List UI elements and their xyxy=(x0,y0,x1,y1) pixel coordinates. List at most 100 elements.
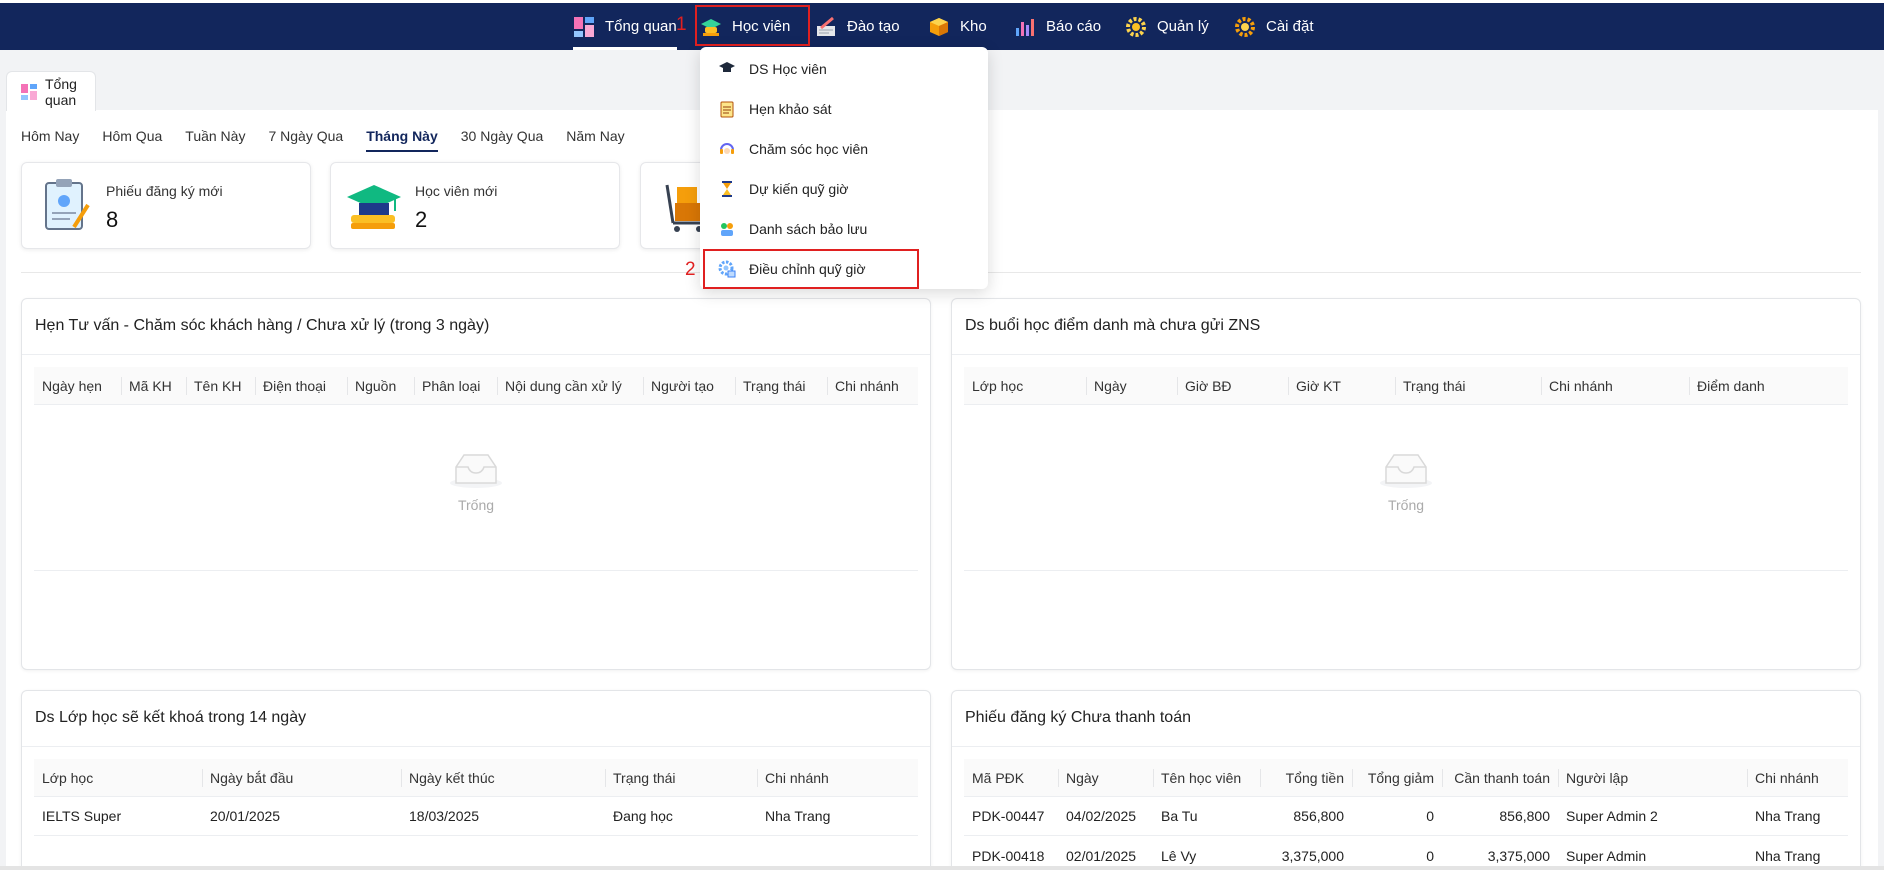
column-header: Giờ KT xyxy=(1288,367,1341,405)
menu-item-label: Hẹn khảo sát xyxy=(749,101,832,117)
dashboard-icon xyxy=(21,83,37,100)
empty-state: Trống xyxy=(952,449,1860,513)
nav-label: Tổng quan xyxy=(605,18,677,35)
stat-card-registrations: Phiếu đăng ký mới 8 xyxy=(21,162,311,249)
empty-inbox-icon xyxy=(1378,449,1434,489)
column-header: Điện thoại xyxy=(255,367,326,405)
divider xyxy=(952,746,1860,747)
column-header: Trạng thái xyxy=(605,759,676,797)
nav-bao-cao[interactable]: Báo cáo xyxy=(1014,3,1101,50)
card-closing-classes: Ds Lớp học sẽ kết khoá trong 14 ngày Lớp… xyxy=(21,690,931,870)
range-nam-nay[interactable]: Năm Nay xyxy=(566,128,624,152)
menu-item-label: DS Học viên xyxy=(749,61,827,77)
column-header: Người tạo xyxy=(643,367,714,405)
stat-card-new-students: Học viên mới 2 xyxy=(330,162,620,249)
step-marker-1: 1 xyxy=(676,14,687,35)
menu-item-du-kien-quy-gio[interactable]: Dự kiến quỹ giờ xyxy=(700,169,988,209)
column-header: Phân loại xyxy=(414,367,480,405)
cell: Nha Trang xyxy=(1755,808,1821,824)
table-header: Lớp học Ngày bắt đầu Ngày kết thúc Trạng… xyxy=(34,759,918,797)
column-header: Giờ BĐ xyxy=(1177,367,1232,405)
nav-dao-tao[interactable]: Đào tạo xyxy=(815,3,900,50)
card-title: Phiếu đăng ký Chưa thanh toán xyxy=(965,709,1191,726)
horizontal-scrollbar[interactable] xyxy=(0,866,1884,870)
card-unpaid-registrations: Phiếu đăng ký Chưa thanh toán Mã PĐK Ngà… xyxy=(951,690,1861,870)
cell: 20/01/2025 xyxy=(210,808,281,824)
nav-kho[interactable]: Kho xyxy=(928,3,987,50)
table-header: Mã PĐK Ngày Tên học viên Tổng tiền Tổng … xyxy=(964,759,1848,797)
menu-item-label: Danh sách bảo lưu xyxy=(749,221,868,237)
stat-value: 8 xyxy=(106,207,119,232)
divider xyxy=(952,354,1860,355)
column-header: Chi nhánh xyxy=(827,367,899,405)
table-header: Lớp học Ngày Giờ BĐ Giờ KT Trạng thái Ch… xyxy=(964,367,1848,405)
menu-item-cham-soc-hoc-vien[interactable]: Chăm sóc học viên xyxy=(700,129,988,169)
menu-item-danh-sach-bao-luu[interactable]: Danh sách bảo lưu xyxy=(700,209,988,249)
highlight-box-dieu-chinh-quy-gio xyxy=(703,249,919,289)
column-header: Ngày kết thúc xyxy=(401,759,495,797)
column-header: Trạng thái xyxy=(735,367,806,405)
column-header: Tên KH xyxy=(186,367,241,405)
column-header: Nội dung cần xử lý xyxy=(497,367,622,405)
nav-cai-dat[interactable]: Cài đặt xyxy=(1234,3,1314,50)
cell: Ba Tu xyxy=(1161,808,1198,824)
menu-item-hen-khao-sat[interactable]: Hẹn khảo sát xyxy=(700,89,988,129)
range-hom-qua[interactable]: Hôm Qua xyxy=(102,128,162,152)
date-range-filter: Hôm Nay Hôm Qua Tuần Này 7 Ngày Qua Thán… xyxy=(21,128,648,152)
nav-label: Cài đặt xyxy=(1266,18,1314,35)
column-header: Tên học viên xyxy=(1153,759,1241,797)
column-header: Lớp học xyxy=(972,378,1024,394)
column-header: Lớp học xyxy=(42,770,94,786)
column-header: Ngày bắt đầu xyxy=(202,759,293,797)
card-title: Ds buổi học điểm danh mà chưa gửi ZNS xyxy=(965,317,1261,334)
range-tuan-nay[interactable]: Tuần Này xyxy=(185,128,245,152)
range-hom-nay[interactable]: Hôm Nay xyxy=(21,128,79,152)
cell: IELTS Super xyxy=(42,808,122,824)
stat-value: 2 xyxy=(415,207,428,232)
divider xyxy=(22,746,930,747)
range-7-ngay-qua[interactable]: 7 Ngày Qua xyxy=(268,128,343,152)
mortarboard-icon xyxy=(718,60,736,78)
menu-item-label: Chăm sóc học viên xyxy=(749,141,869,157)
graduation-cap-icon xyxy=(345,177,403,235)
settings-gear-icon xyxy=(1234,16,1256,38)
column-header: Tổng tiền xyxy=(1260,759,1352,797)
nav-label: Kho xyxy=(960,18,987,35)
training-icon xyxy=(815,16,837,38)
nav-label: Báo cáo xyxy=(1046,18,1102,35)
nav-tong-quan[interactable]: Tổng quan xyxy=(573,3,677,50)
cell: Nha Trang xyxy=(765,808,831,824)
empty-state: Trống xyxy=(22,449,930,513)
column-header: Tổng giảm xyxy=(1352,759,1442,797)
column-header: Ngày hẹn xyxy=(42,378,102,394)
empty-inbox-icon xyxy=(448,449,504,489)
column-header: Nguồn xyxy=(347,367,396,405)
stat-label: Học viên mới xyxy=(415,183,498,199)
tab-tong-quan[interactable]: Tổng quan xyxy=(6,71,96,111)
card-attendance: Ds buổi học điểm danh mà chưa gửi ZNS Lớ… xyxy=(951,298,1861,670)
table-row[interactable]: PDK-00447 04/02/2025 Ba Tu 856,800 0 856… xyxy=(964,797,1848,836)
divider xyxy=(22,354,930,355)
headset-icon xyxy=(718,140,736,158)
divider xyxy=(964,570,1848,571)
table-row[interactable]: IELTS Super 20/01/2025 18/03/2025 Đang h… xyxy=(34,797,918,836)
card-title: Hẹn Tư vấn - Chăm sóc khách hàng / Chưa … xyxy=(35,317,490,334)
cell: 18/03/2025 xyxy=(409,808,480,824)
table-header: Ngày hẹn Mã KH Tên KH Điện thoại Nguồn P… xyxy=(34,367,918,405)
range-30-ngay-qua[interactable]: 30 Ngày Qua xyxy=(461,128,544,152)
menu-item-ds-hoc-vien[interactable]: DS Học viên xyxy=(700,49,988,89)
highlight-box-hoc-vien xyxy=(695,5,810,46)
clipboard-icon xyxy=(718,100,736,118)
registration-form-icon xyxy=(36,177,94,235)
empty-text: Trống xyxy=(457,497,495,513)
column-header: Chi nhánh xyxy=(1747,759,1819,797)
column-header: Chi nhánh xyxy=(757,759,829,797)
main-nav: Tổng quan Học viên Đào tạo Kho Báo cáo Q… xyxy=(0,3,1884,50)
column-header: Ngày xyxy=(1058,759,1099,797)
box-icon xyxy=(928,16,950,38)
top-navbar: Tổng quan Học viên Đào tạo Kho Báo cáo Q… xyxy=(0,0,1884,50)
nav-quan-ly[interactable]: Quản lý xyxy=(1125,3,1209,50)
manage-gear-icon xyxy=(1125,16,1147,38)
range-thang-nay[interactable]: Tháng Này xyxy=(366,128,438,152)
cell: Super Admin 2 xyxy=(1566,808,1658,824)
